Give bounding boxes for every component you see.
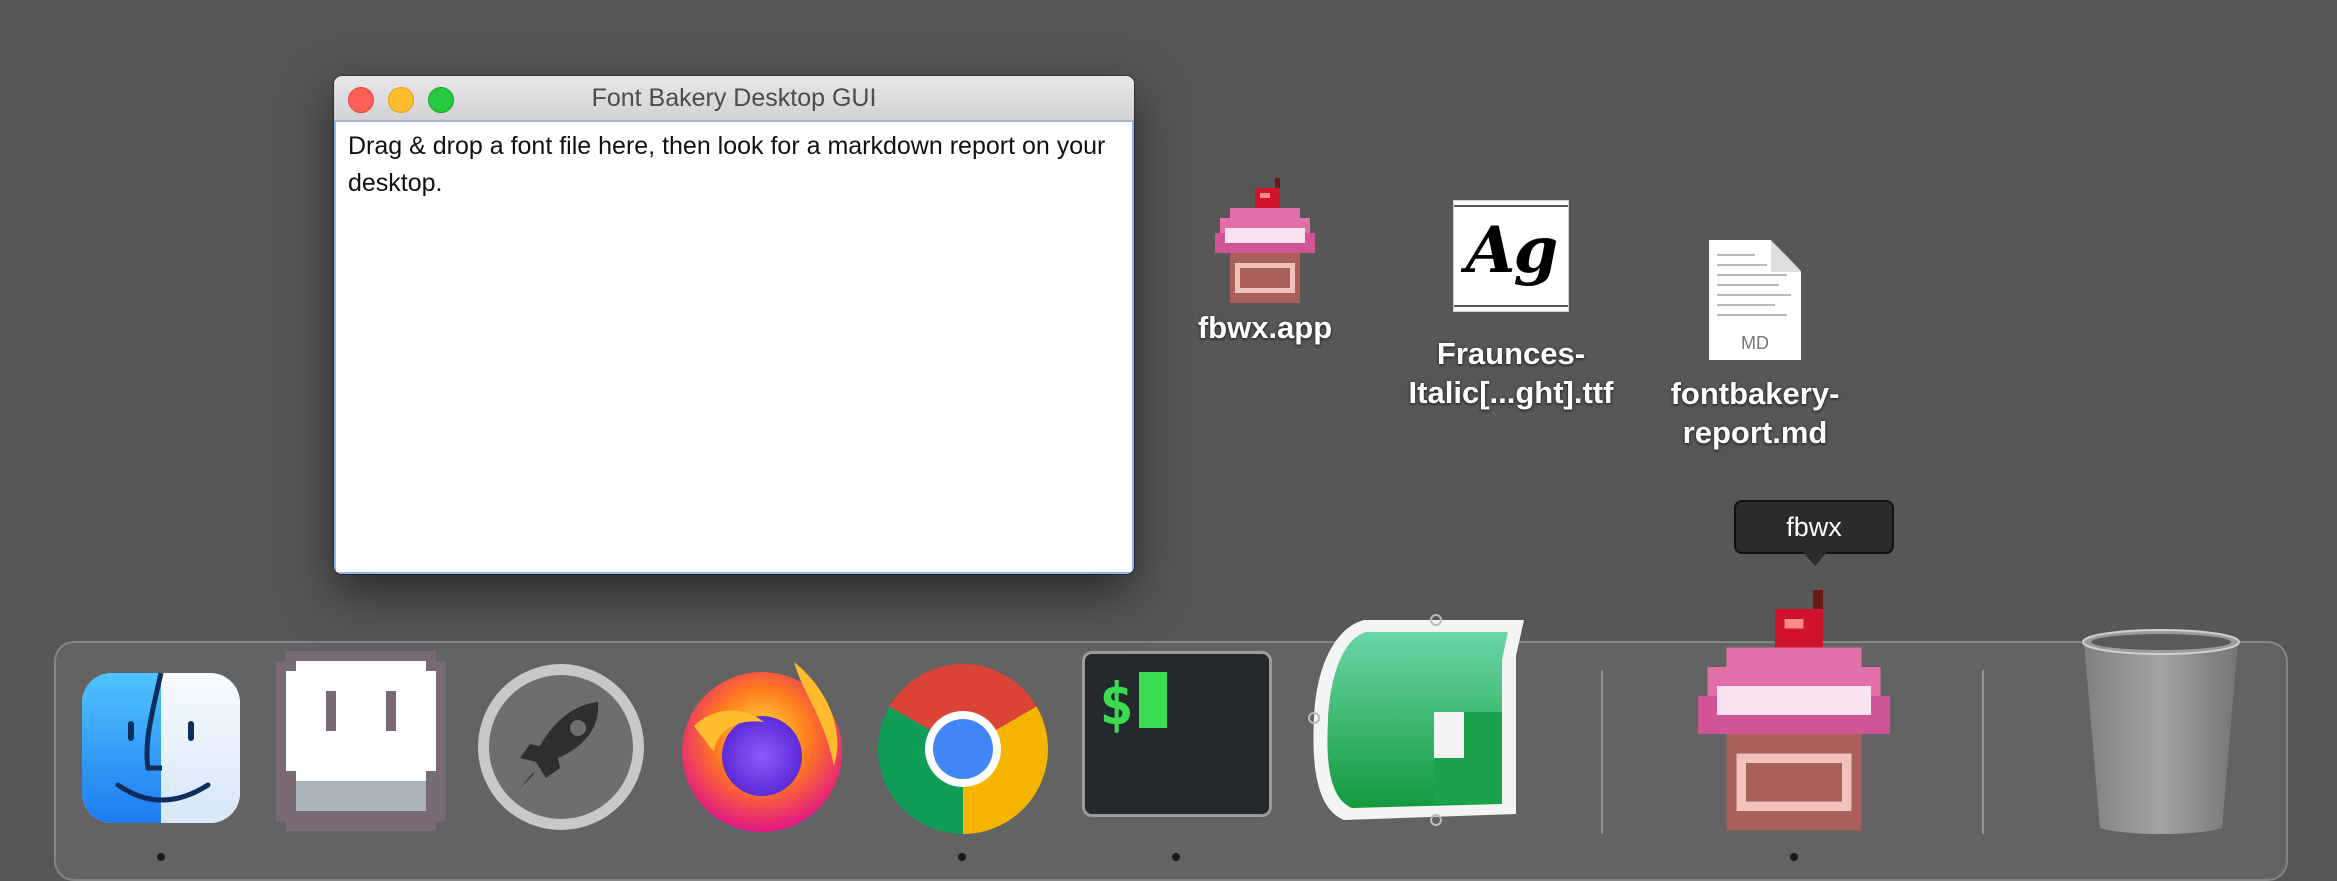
- tooltip-arrow: [1803, 552, 1827, 566]
- drop-instructions: Drag & drop a font file here, then look …: [348, 132, 1106, 197]
- dock-tooltip: fbwx: [1734, 500, 1894, 554]
- trash-icon[interactable]: [2078, 628, 2244, 836]
- running-indicator: [958, 853, 966, 861]
- running-indicator: [1790, 853, 1798, 861]
- firefox-icon[interactable]: [674, 656, 850, 834]
- desktop-icon-label-2: report.md: [1682, 415, 1828, 450]
- document-icon: MD: [1709, 240, 1801, 360]
- desktop-icon-label: Fraunces-: [1436, 336, 1586, 371]
- desktop-icon-label-2: Italic[...ght].ttf: [1408, 375, 1614, 410]
- file-type-badge: MD: [1741, 333, 1769, 353]
- terminal-prompt: $: [1099, 670, 1134, 738]
- app-window[interactable]: Font Bakery Desktop GUI Drag & drop a fo…: [334, 76, 1134, 574]
- pixel-app-icon[interactable]: [275, 651, 447, 831]
- window-titlebar[interactable]: Font Bakery Desktop GUI: [334, 76, 1134, 121]
- glyphs-icon[interactable]: [1304, 608, 1534, 834]
- desktop-icon-fraunces-ttf[interactable]: Ag Fraunces- Italic[...ght].ttf: [1396, 200, 1626, 412]
- font-file-thumbnail: Ag: [1453, 200, 1569, 312]
- fbwx-dock-icon[interactable]: [1688, 590, 1900, 840]
- chrome-icon[interactable]: [878, 664, 1048, 834]
- desktop-icon-fontbakery-report[interactable]: MD fontbakery- report.md: [1650, 240, 1860, 452]
- finder-icon[interactable]: [82, 673, 240, 823]
- desktop-icon-label: fbwx.app: [1197, 310, 1333, 345]
- drop-zone[interactable]: Drag & drop a font file here, then look …: [334, 121, 1134, 574]
- terminal-icon[interactable]: $: [1082, 651, 1272, 817]
- launchpad-icon[interactable]: [476, 662, 646, 832]
- dock-separator: [1982, 670, 1984, 834]
- desktop-icon-fbwx-app[interactable]: fbwx.app: [1180, 178, 1350, 347]
- window-title: Font Bakery Desktop GUI: [591, 84, 877, 112]
- font-preview: Ag: [1465, 213, 1558, 288]
- running-indicator: [157, 853, 165, 861]
- cupcake-icon: [1215, 178, 1315, 303]
- running-indicator: [1172, 853, 1180, 861]
- desktop-icon-label: fontbakery-: [1670, 376, 1840, 411]
- dock-separator: [1601, 670, 1603, 834]
